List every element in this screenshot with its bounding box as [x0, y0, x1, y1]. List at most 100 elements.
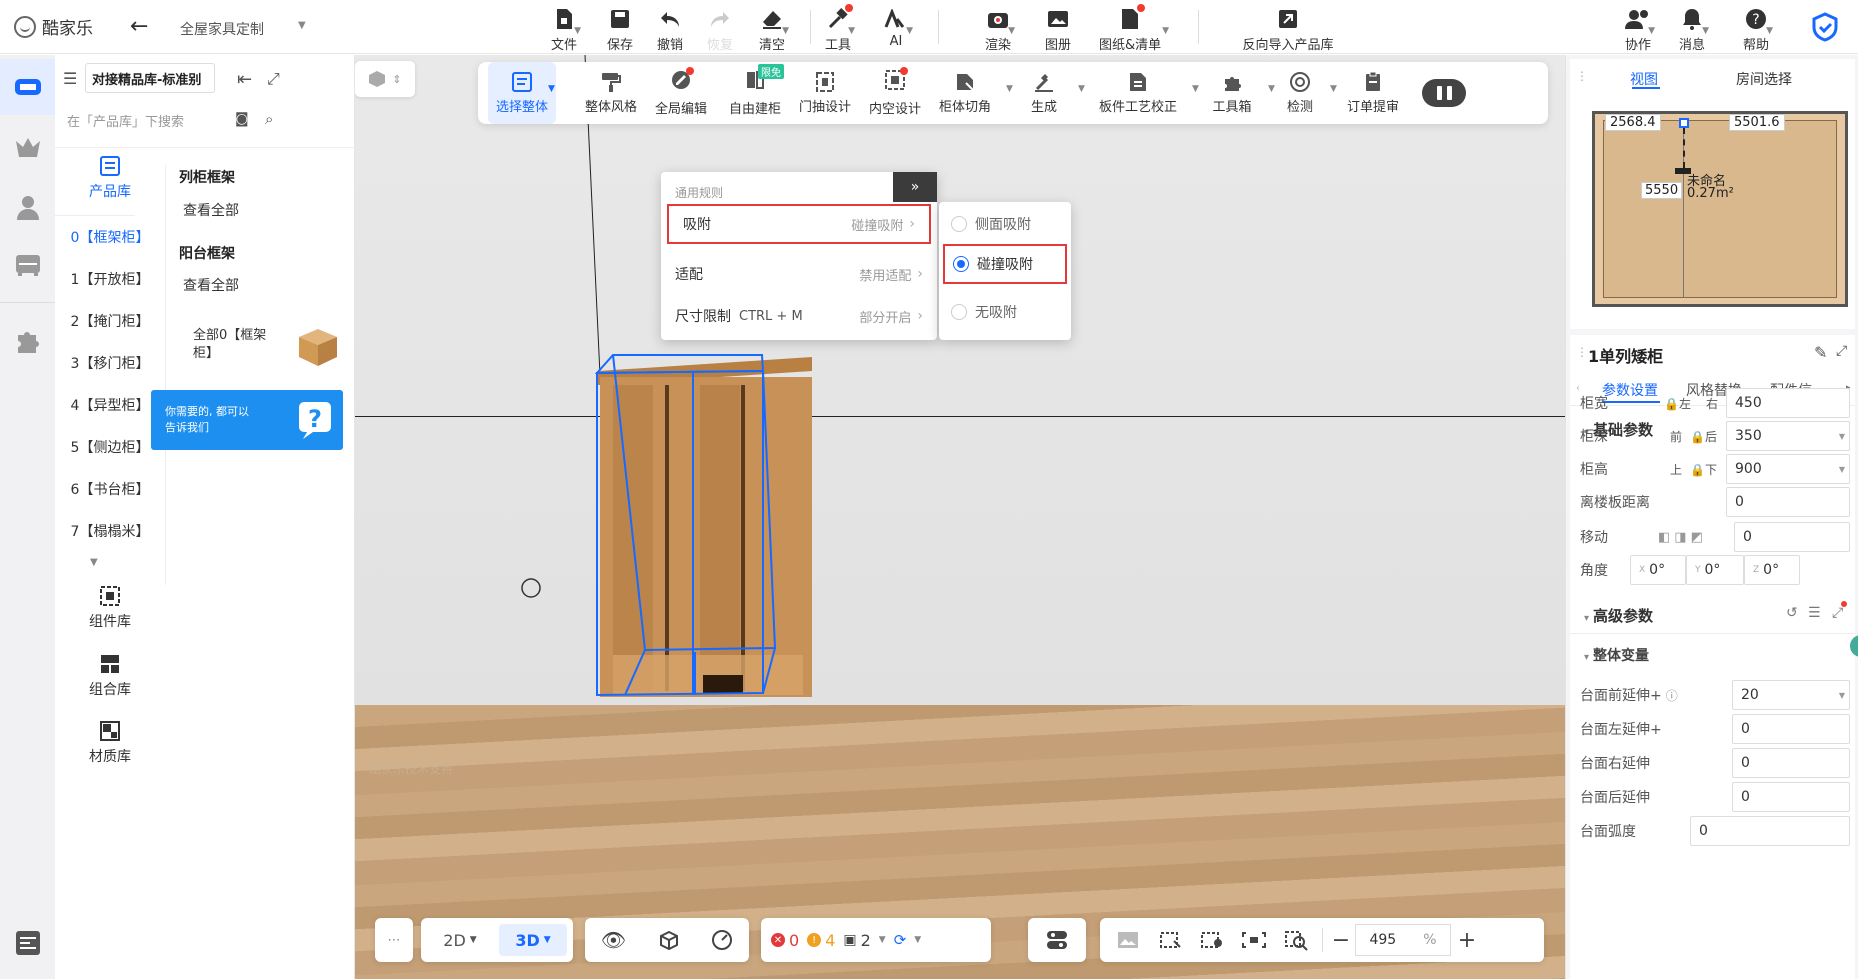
chevron-down-icon[interactable]: ▼: [90, 557, 98, 568]
zoom-out-icon[interactable]: −: [1329, 928, 1353, 953]
app-logo[interactable]: 酷家乐: [14, 14, 93, 39]
panel-process-button[interactable]: 板件工艺校正: [1086, 62, 1190, 124]
count-badge[interactable]: 5: [1850, 635, 1858, 657]
rail-cabinet[interactable]: [0, 237, 55, 293]
file-button[interactable]: ▼ 文件: [534, 6, 594, 53]
back-arrow-icon[interactable]: ←: [130, 14, 148, 39]
camera-marker-icon[interactable]: [1679, 118, 1689, 128]
collaborate-button[interactable]: ▼ 协作: [1610, 6, 1666, 53]
zoom-input[interactable]: 495 %: [1355, 924, 1451, 956]
height-input[interactable]: 900 ▼: [1726, 454, 1850, 484]
adv-input[interactable]: 0: [1732, 748, 1850, 778]
lock-bottom[interactable]: 🔒下: [1690, 461, 1717, 478]
select-all-button[interactable]: 选择整体: [488, 62, 556, 124]
list-edit-icon[interactable]: ☰: [1808, 605, 1821, 621]
generate-button[interactable]: 生成: [1014, 62, 1074, 124]
chevron-down-icon[interactable]: ▼: [879, 935, 886, 945]
expand-icon[interactable]: ⤢: [267, 69, 280, 89]
tools-button[interactable]: ▼ 工具: [808, 4, 868, 53]
width-right-label[interactable]: 右: [1706, 395, 1718, 412]
component-library-button[interactable]: 组件库: [55, 585, 165, 631]
free-build-button[interactable]: 限免 自由建柜: [722, 62, 788, 124]
collapse-icon[interactable]: ⇤: [237, 69, 252, 90]
library-dropdown[interactable]: 对接精品库-标准别: [85, 63, 215, 93]
focus-icon[interactable]: [1234, 929, 1274, 951]
more-button[interactable]: ⋯: [375, 918, 413, 962]
messages-button[interactable]: ▼ 消息: [1664, 6, 1720, 53]
rail-products[interactable]: [0, 59, 55, 115]
move-input[interactable]: 0: [1734, 522, 1850, 552]
view-2d-button[interactable]: 2D ▼: [427, 924, 493, 956]
expand-icon[interactable]: ⤢: [1836, 343, 1847, 359]
floor-gap-input[interactable]: 0: [1726, 487, 1850, 517]
view-cube-button[interactable]: ⇕: [355, 61, 415, 97]
settings-toggle-button[interactable]: [1028, 918, 1086, 962]
snap-option-none[interactable]: 无吸附: [939, 290, 1071, 334]
overall-style-button[interactable]: 整体风格: [576, 62, 646, 124]
search-icon[interactable]: ⌕: [265, 110, 273, 128]
snap-option-side[interactable]: 侧面吸附: [939, 202, 1071, 246]
width-input[interactable]: 450: [1726, 388, 1850, 418]
redo-button[interactable]: 恢复: [690, 6, 750, 53]
gauge-icon[interactable]: [711, 929, 733, 951]
image-icon[interactable]: [1108, 929, 1148, 951]
view-3d-button[interactable]: 3D ▼: [499, 924, 567, 956]
adv-input[interactable]: 0: [1732, 782, 1850, 812]
zoom-in-icon[interactable]: +: [1453, 928, 1481, 953]
tab-product-library[interactable]: 产品库: [55, 155, 165, 201]
chevron-down-icon[interactable]: ▼: [914, 935, 921, 945]
global-edit-button[interactable]: 全局编辑: [646, 62, 716, 124]
drag-handle-icon[interactable]: ⋮: [1576, 345, 1588, 359]
view-settings-icon[interactable]: [1192, 929, 1232, 951]
category-item[interactable]: 7【榻榻米】: [55, 506, 165, 556]
chevron-down-icon[interactable]: ▼: [1330, 84, 1337, 94]
rail-crown[interactable]: [0, 119, 55, 175]
pause-toggle[interactable]: [1422, 79, 1466, 107]
rail-plugins[interactable]: [0, 313, 55, 369]
combo-library-button[interactable]: 组合库: [55, 653, 165, 699]
info-count[interactable]: ▣ 2: [843, 931, 870, 950]
snap-menu-item[interactable]: 吸附 碰撞吸附 ›: [667, 204, 931, 244]
tab-room-select[interactable]: 房间选择: [1736, 69, 1792, 89]
depth-front-label[interactable]: 前: [1670, 428, 1682, 445]
error-count[interactable]: ✕ 0: [771, 931, 799, 950]
adv-input[interactable]: 0: [1690, 816, 1850, 846]
snap-option-collision[interactable]: 碰撞吸附: [943, 244, 1067, 284]
adv-input[interactable]: 0: [1732, 714, 1850, 744]
zoom-area-icon[interactable]: [1276, 929, 1316, 951]
box-view-icon[interactable]: [658, 929, 680, 951]
camera-search-icon[interactable]: ◙: [235, 111, 249, 127]
reverse-import-button[interactable]: 反向导入产品库: [1238, 6, 1338, 53]
detect-button[interactable]: 检测: [1274, 62, 1326, 124]
collapse-double-arrow-icon[interactable]: »: [893, 172, 937, 202]
chevron-down-icon[interactable]: ▼: [1192, 84, 1199, 94]
fit-view-icon[interactable]: [1150, 929, 1190, 951]
info-circle-icon[interactable]: ⓘ: [1666, 687, 1678, 704]
align-icons[interactable]: ◧◨◩: [1658, 530, 1707, 545]
floor-plan[interactable]: 2568.4 5501.6 未命名 5550 0.27m²: [1592, 111, 1848, 307]
lock-left[interactable]: 🔒左: [1664, 395, 1691, 412]
eye-icon[interactable]: 👁: [601, 928, 626, 952]
material-library-button[interactable]: 材质库: [55, 720, 165, 766]
album-button[interactable]: 图册: [1028, 6, 1088, 53]
advanced-params-header[interactable]: ▾ 高级参数: [1584, 605, 1653, 626]
toolbox-button[interactable]: 工具箱: [1200, 62, 1264, 124]
angle-x-input[interactable]: X 0°: [1630, 555, 1686, 585]
chevron-down-icon[interactable]: ▼: [548, 84, 555, 94]
angle-y-input[interactable]: Y 0°: [1686, 555, 1744, 585]
product-card[interactable]: 全部0【框架柜】: [173, 317, 343, 377]
lock-back[interactable]: 🔒后: [1690, 428, 1717, 445]
size-limit-menu-item[interactable]: 尺寸限制 CTRL + M 部分开启 ›: [661, 294, 937, 338]
drawing-list-button[interactable]: ▼ 图纸&清单: [1099, 4, 1169, 53]
adapt-menu-item[interactable]: 适配 禁用适配 ›: [661, 252, 937, 296]
reset-icon[interactable]: ↺: [1786, 605, 1798, 621]
view-all-link[interactable]: 查看全部: [183, 200, 239, 220]
feedback-banner[interactable]: 你需要的, 都可以告诉我们 ?: [151, 390, 343, 450]
view-all-link[interactable]: 查看全部: [183, 275, 239, 295]
chevron-down-icon[interactable]: ▼: [1078, 84, 1085, 94]
tab-view[interactable]: 视图: [1630, 69, 1658, 89]
project-title[interactable]: 全屋家具定制: [180, 19, 264, 39]
ai-button[interactable]: ▼ AI: [866, 6, 926, 49]
rail-user[interactable]: [0, 179, 55, 235]
overall-vars-header[interactable]: ▾ 整体变量: [1584, 645, 1649, 665]
